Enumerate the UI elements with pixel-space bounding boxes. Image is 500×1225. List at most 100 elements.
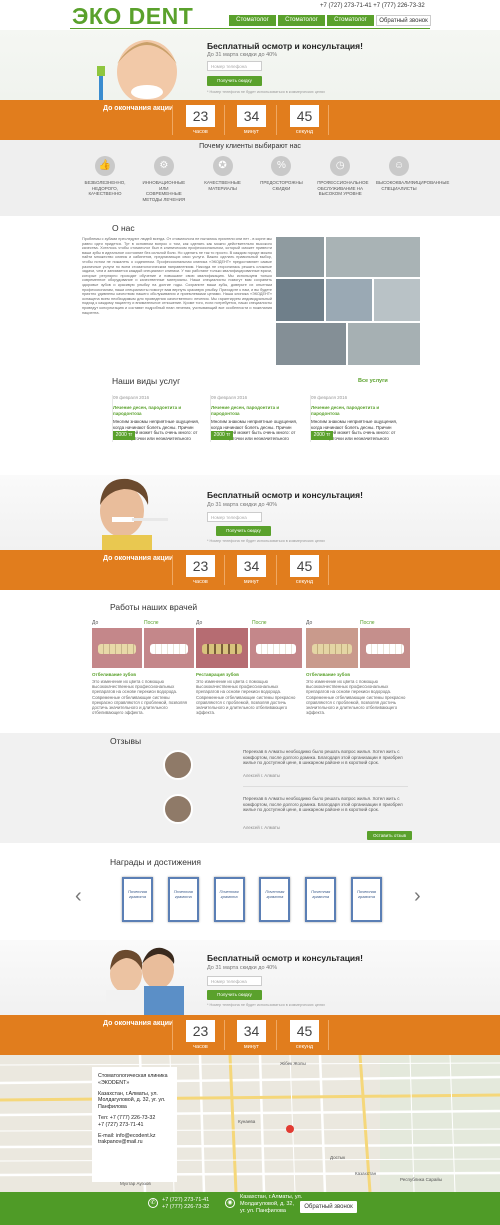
footer-callback-button[interactable]: Обратный звонок [300, 1201, 357, 1213]
medal-icon: ✪ [212, 156, 233, 176]
clinic-photo [276, 323, 346, 365]
work-item: До После Отбеливание зубов Это изменение… [92, 620, 194, 730]
header-phones[interactable]: +7 (727) 273-71-41 +7 (777) 226-73-32 [320, 3, 425, 9]
divider [243, 786, 408, 787]
work-title: Отбеливание зубов [306, 672, 350, 677]
diploma-image[interactable]: Почетная грамота [350, 877, 382, 922]
why-item-label: БЕЗБОЛЕЗНЕННО, НЕДОРОГО, КАЧЕСТВЕННО [84, 180, 126, 196]
email-value[interactable]: info@ecodent.kz [116, 1133, 156, 1139]
hero-section-3: Бесплатный осмотр и консультация! До 31 … [0, 940, 500, 1015]
after-photo [250, 628, 302, 668]
seconds-label: секунд [295, 579, 314, 585]
service-date: 09 февраля 2016 [211, 395, 248, 400]
why-item-label: ВЫСОКОКВАЛИФИЦИРОВАННЫЕ СПЕЦИАЛИСТЫ [375, 180, 450, 191]
phone-value[interactable]: +7 (777) 226-73-32 [110, 1115, 156, 1121]
phone-input[interactable]: Номер телефона [207, 61, 262, 71]
carousel-prev-arrow-icon[interactable]: ‹ [75, 885, 82, 908]
get-discount-button[interactable]: Получить скидку [207, 990, 262, 1000]
divider [276, 555, 277, 585]
doctor-icon: ☺ [388, 156, 409, 176]
hero-note: * Номер телефона не будет использоваться… [207, 90, 325, 94]
clock-24-icon: ◷ [330, 156, 351, 176]
avatar [163, 794, 193, 824]
phone-label: Тел: [98, 1114, 109, 1121]
service-card[interactable]: 09 февраля 2016 Лечение десен, пародонти… [210, 395, 298, 442]
countdown-label: До окончания акции [103, 1020, 174, 1027]
phone-input[interactable]: Номер телефона [207, 512, 262, 522]
get-discount-button[interactable]: Получить скидку [207, 76, 262, 86]
diploma-image[interactable]: Почетная грамота [122, 877, 153, 922]
footer: ✆ +7 (727) 273-71-41 +7 (777) 226-73-32 … [0, 1192, 500, 1225]
nav-item-3[interactable]: Стоматолог [327, 15, 374, 26]
why-item: ☺ ВЫСОКОКВАЛИФИЦИРОВАННЫЕ СПЕЦИАЛИСТЫ [376, 156, 449, 202]
seconds-label: секунд [295, 1044, 314, 1050]
hero-title: Бесплатный осмотр и консультация! [207, 953, 363, 963]
service-title[interactable]: Лечение десен, пародонтита и пародонтоза [211, 405, 299, 416]
carousel-next-arrow-icon[interactable]: › [414, 885, 421, 908]
countdown-minutes: 34 [237, 105, 266, 127]
services-title: Наши виды услуг [112, 376, 181, 386]
diploma-image[interactable]: Почетная грамота [213, 877, 245, 922]
why-us-section: Почему клиенты выбирают нас 👍 БЕЗБОЛЕЗНЕН… [0, 140, 500, 216]
service-price: 2000 тг [311, 431, 333, 440]
countdown-seconds: 45 [290, 1020, 319, 1042]
service-title[interactable]: Лечение десен, пародонтита и пародонтоза [113, 405, 201, 416]
divider [276, 105, 277, 135]
couple-image [92, 940, 192, 1015]
clinic-address: Казахстан, г.Алматы, ул. Молдагуловой, д… [98, 1090, 166, 1111]
clinic-name: Стоматологическая клиника «ЭКОDENT» [98, 1073, 168, 1086]
why-item-label: КАЧЕСТВЕННЫЕ МАТЕРИАЛЫ [204, 180, 241, 191]
divider [328, 1020, 329, 1050]
contact-card: Стоматологическая клиника «ЭКОDENT» Каза… [92, 1067, 177, 1182]
service-price: 2000 тг [211, 431, 233, 440]
all-services-link[interactable]: Все услуги [358, 378, 388, 384]
phone-input[interactable]: Номер телефона [207, 976, 262, 986]
footer-phone[interactable]: +7 (777) 226-73-32 [162, 1204, 209, 1211]
avatar [163, 750, 193, 780]
footer-address-line: Молдагуловой, д. 32, [240, 1201, 294, 1207]
countdown-section-3: До окончания акции 23 часов 34 минут 45 … [0, 1015, 500, 1055]
map[interactable]: Жібек Жолы Кунаева Достык Мухтар Ауэзов … [0, 1055, 500, 1192]
map-label: Достык [330, 1155, 346, 1160]
email-label: E-mail: [98, 1132, 115, 1139]
service-card[interactable]: 09 февраля 2016 Лечение десен, пародонти… [310, 395, 398, 442]
after-label: После [360, 620, 375, 626]
hero-note: * Номер телефона не будет использоваться… [207, 539, 325, 543]
nav-item-2[interactable]: Стоматолог [278, 15, 325, 26]
phone-value[interactable]: +7 (727) 273-71-41 [98, 1122, 171, 1129]
review-author: Алексей г. Алматы [243, 773, 280, 778]
why-item: ◷ ПРОФЕССИОНАЛЬНОЕ ОБСЛУЖИВАНИЕ НА ВЫСОКО… [317, 156, 369, 202]
diploma-image[interactable]: Почетная грамота [167, 877, 199, 922]
service-card[interactable]: 09 февраля 2016 Лечение десен, пародонти… [112, 395, 200, 442]
countdown-hours: 23 [186, 555, 215, 577]
service-title[interactable]: Лечение десен, пародонтита и пародонтоза [311, 405, 399, 416]
callback-button[interactable]: Обратный звонок [376, 15, 431, 26]
work-title: Отбеливание зубов [92, 672, 136, 677]
countdown-label: До окончания акции [103, 555, 174, 562]
countdown-section-1: До окончания акции 23 часов 34 минут 45 … [0, 100, 500, 140]
work-text: Это изменение их цвета с помощью высокок… [196, 679, 296, 716]
email-value[interactable]: trakpanov@mail.ru [98, 1139, 171, 1146]
clinic-photo [276, 237, 324, 277]
divider [172, 1020, 173, 1050]
awards-carousel: Почетная грамота Почетная грамота Почетн… [122, 877, 382, 927]
clinic-photo [326, 279, 372, 321]
diploma-image[interactable]: Почетная грамота [259, 877, 291, 922]
leave-review-button[interactable]: Оставить отзыв [367, 831, 412, 840]
diploma-image[interactable]: Почетная грамота [305, 877, 337, 922]
countdown-seconds: 45 [290, 555, 319, 577]
why-item: 👍 БЕЗБОЛЕЗНЕННО, НЕДОРОГО, КАЧЕСТВЕННО [82, 156, 128, 202]
work-item: До После Реставрация зубов Это изменение… [196, 620, 302, 730]
logo[interactable]: ЭКО DENT [72, 4, 193, 28]
woman-brushing-teeth-image [92, 475, 172, 550]
hours-label: часов [193, 129, 208, 135]
footer-phones: +7 (727) 273-71-41 +7 (777) 226-73-32 [162, 1197, 209, 1211]
before-photo [196, 628, 248, 668]
location-pin-icon: ◉ [225, 1198, 235, 1208]
countdown-seconds: 45 [290, 105, 319, 127]
get-discount-button[interactable]: Получить скидку [216, 526, 271, 536]
why-item: ⚙ ИННОВАЦИОННЫЕ ИЛИ СОВРЕМЕННЫЕ МЕТОДЫ ЛЕ… [141, 156, 187, 202]
footer-phone[interactable]: +7 (727) 273-71-41 [162, 1197, 209, 1204]
nav-item-1[interactable]: Стоматолог [229, 15, 276, 26]
divider [328, 555, 329, 585]
